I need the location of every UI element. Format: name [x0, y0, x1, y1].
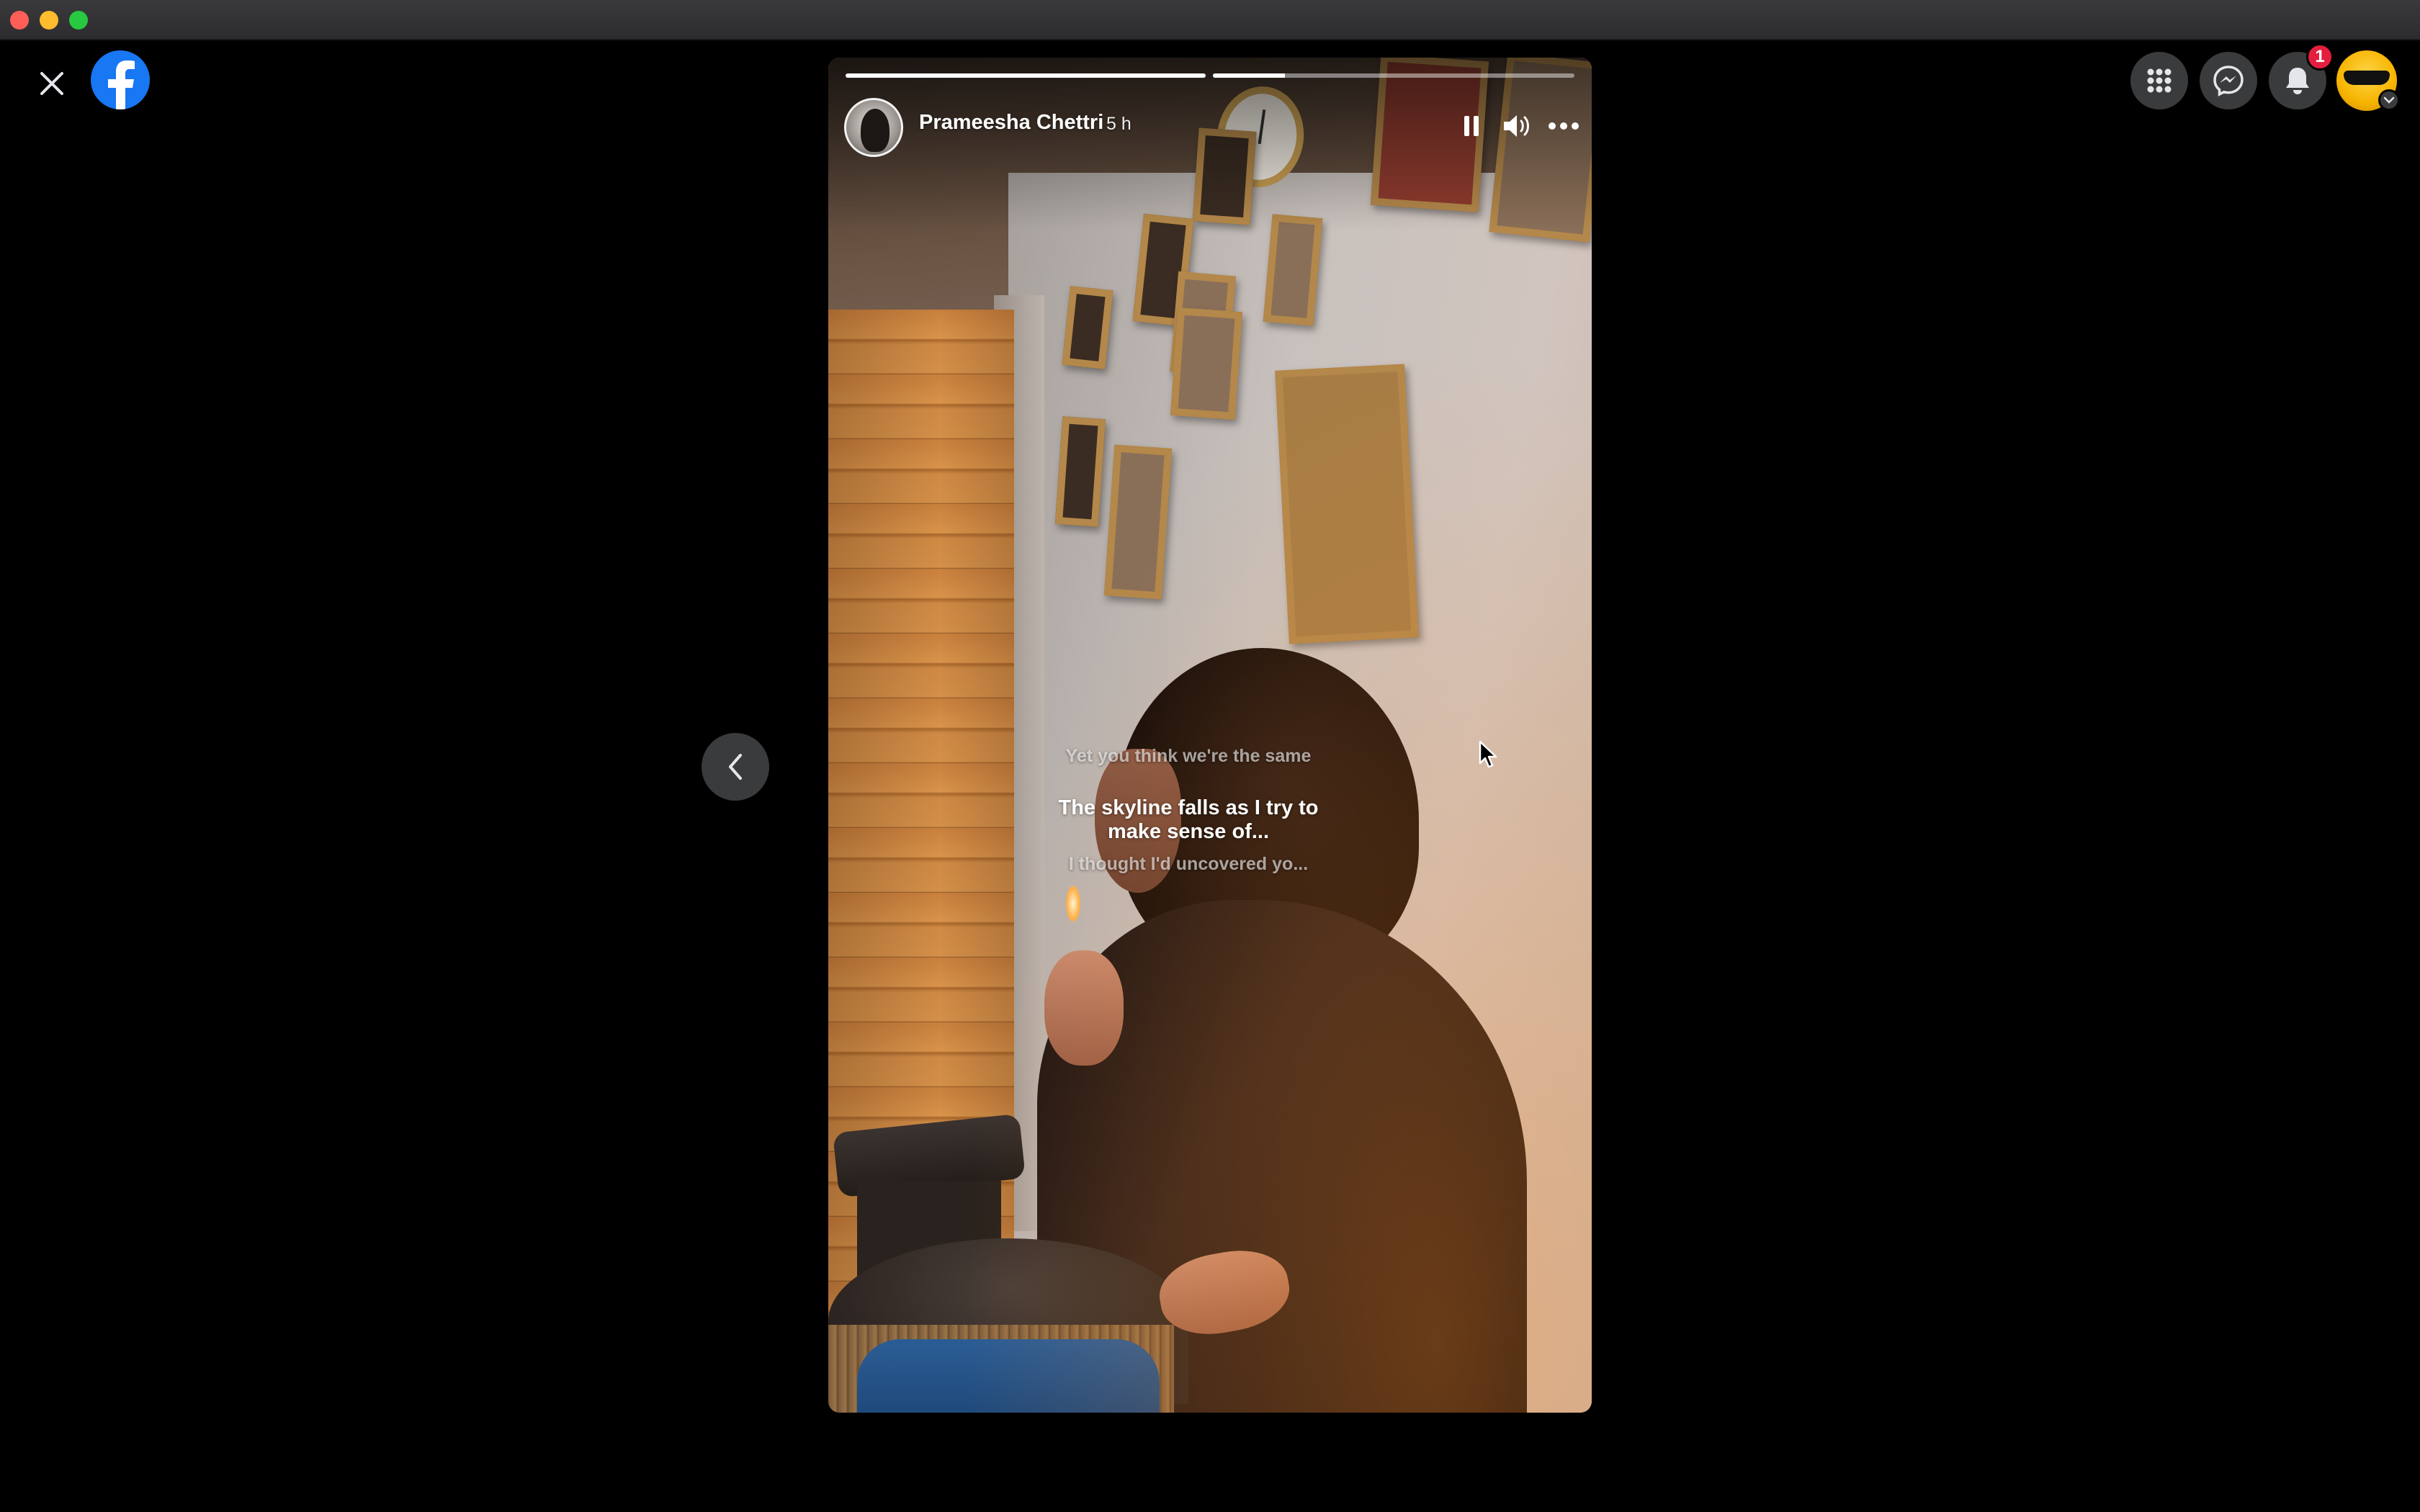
avatar-glasses	[2344, 71, 2390, 85]
story-progress-segment-1	[846, 73, 1206, 78]
story-timestamp: 5 h	[1106, 114, 1131, 134]
messenger-icon	[2213, 66, 2244, 96]
facebook-logo[interactable]	[91, 50, 150, 109]
close-story-button[interactable]	[29, 60, 75, 107]
volume-button[interactable]	[1498, 107, 1537, 145]
story-author-name[interactable]: Prameesha Chettri	[919, 111, 1103, 135]
close-icon	[40, 72, 63, 95]
window-minimize-button[interactable]	[40, 11, 58, 30]
window-titlebar	[0, 0, 2420, 40]
lyric-previous-line: Yet you think we're the same	[1065, 746, 1312, 766]
story-progress-fill-2	[1213, 73, 1286, 78]
grid-menu-icon	[2147, 68, 2172, 93]
more-icon	[1549, 122, 1579, 130]
account-menu-chevron[interactable]	[2378, 89, 2400, 111]
story-viewer[interactable]: Prameesha Chettri 5 h	[828, 58, 1592, 1413]
chevron-left-icon	[729, 754, 742, 780]
lyric-current-line: The skyline falls as I try to make sense…	[1058, 796, 1319, 844]
messenger-button[interactable]	[2200, 52, 2257, 109]
volume-icon	[1504, 115, 1529, 137]
more-options-button[interactable]	[1544, 107, 1583, 145]
facebook-f-icon	[108, 60, 135, 109]
notification-badge: 1	[2306, 43, 2334, 71]
previous-story-button[interactable]	[702, 733, 769, 801]
window-zoom-button[interactable]	[69, 11, 88, 30]
window-close-button[interactable]	[10, 11, 29, 30]
bell-icon	[2286, 68, 2309, 94]
story-author-avatar[interactable]	[844, 98, 903, 157]
pause-icon	[1464, 116, 1479, 136]
lyric-next-line: I thought I'd uncovered yo...	[1068, 854, 1309, 874]
story-progress-fill-1	[846, 73, 1206, 78]
chevron-down-icon	[2383, 96, 2395, 104]
menu-button[interactable]	[2130, 52, 2188, 109]
mouse-cursor-icon	[1479, 740, 1497, 768]
pause-button[interactable]	[1452, 107, 1491, 145]
story-progress-segment-2	[1213, 73, 1574, 78]
